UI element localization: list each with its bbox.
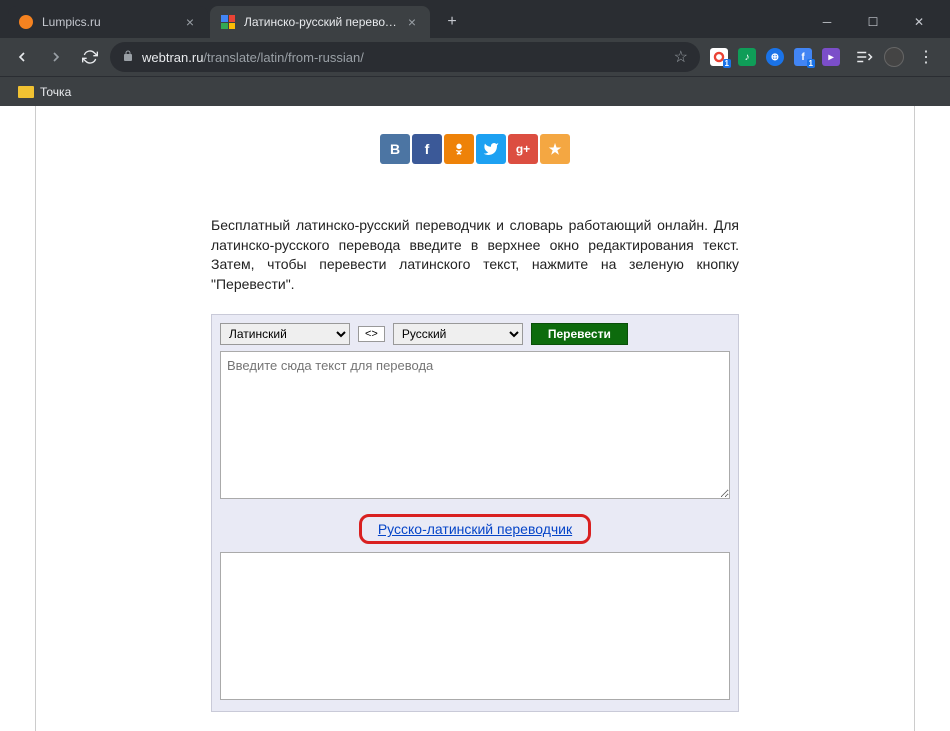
tab-inactive[interactable]: Lumpics.ru × bbox=[8, 6, 208, 38]
source-text-input[interactable] bbox=[220, 351, 730, 499]
bookmark-folder[interactable]: Точка bbox=[12, 81, 77, 103]
extension-icon[interactable]: ♪ bbox=[738, 48, 756, 66]
description-paragraph: Бесплатный латинско-русский переводчик и… bbox=[211, 216, 739, 294]
url-text: webtran.ru/translate/latin/from-russian/ bbox=[142, 50, 666, 65]
lock-icon bbox=[122, 49, 134, 66]
page-content: B f g+ ★ Бесплатный латинско-русский пер… bbox=[0, 106, 950, 731]
twitter-share-button[interactable] bbox=[476, 134, 506, 164]
googleplus-share-button[interactable]: g+ bbox=[508, 134, 538, 164]
menu-button[interactable]: ⋮ bbox=[910, 47, 942, 67]
back-button[interactable] bbox=[8, 43, 36, 71]
favicon-webtran bbox=[220, 14, 236, 30]
extension-icons: 1 ♪ ⊕ f1 ▸ bbox=[706, 48, 844, 66]
close-icon[interactable]: × bbox=[404, 14, 420, 30]
translator-widget: Латинский <> Русский Перевести Русско-ла… bbox=[211, 314, 739, 712]
bookmarks-bar: Точка bbox=[0, 76, 950, 106]
swap-languages-button[interactable]: <> bbox=[358, 326, 385, 342]
folder-icon bbox=[18, 86, 34, 98]
translate-button[interactable]: Перевести bbox=[531, 323, 628, 345]
social-share-row: B f g+ ★ bbox=[36, 106, 914, 176]
forward-button[interactable] bbox=[42, 43, 70, 71]
output-text-area[interactable] bbox=[220, 552, 730, 700]
extension-icon[interactable]: 1 bbox=[710, 48, 728, 66]
favicon-lumpics bbox=[18, 14, 34, 30]
facebook-share-button[interactable]: f bbox=[412, 134, 442, 164]
bookmark-star-icon[interactable]: ☆ bbox=[674, 47, 688, 67]
extension-icon[interactable]: ▸ bbox=[822, 48, 840, 66]
close-icon[interactable]: × bbox=[182, 14, 198, 30]
favorite-share-button[interactable]: ★ bbox=[540, 134, 570, 164]
address-bar[interactable]: webtran.ru/translate/latin/from-russian/… bbox=[110, 42, 700, 72]
bookmark-label: Точка bbox=[40, 85, 71, 99]
tab-title: Латинско-русский переводчик bbox=[244, 15, 398, 29]
vk-share-button[interactable]: B bbox=[380, 134, 410, 164]
tab-active[interactable]: Латинско-русский переводчик × bbox=[210, 6, 430, 38]
navigation-bar: webtran.ru/translate/latin/from-russian/… bbox=[0, 38, 950, 76]
maximize-button[interactable]: ☐ bbox=[850, 6, 896, 38]
tab-title: Lumpics.ru bbox=[42, 15, 176, 29]
minimize-button[interactable]: ─ bbox=[804, 6, 850, 38]
highlight-annotation: Русско-латинский переводчик bbox=[359, 514, 591, 544]
new-tab-button[interactable]: + bbox=[438, 8, 466, 36]
reload-button[interactable] bbox=[76, 43, 104, 71]
target-language-select[interactable]: Русский bbox=[393, 323, 523, 345]
extension-icon[interactable]: f1 bbox=[794, 48, 812, 66]
reverse-translator-link[interactable]: Русско-латинский переводчик bbox=[378, 521, 572, 537]
profile-avatar[interactable] bbox=[884, 47, 904, 67]
reading-list-icon[interactable] bbox=[850, 43, 878, 71]
source-language-select[interactable]: Латинский bbox=[220, 323, 350, 345]
close-window-button[interactable]: ✕ bbox=[896, 6, 942, 38]
ok-share-button[interactable] bbox=[444, 134, 474, 164]
extension-icon[interactable]: ⊕ bbox=[766, 48, 784, 66]
tab-bar: Lumpics.ru × Латинско-русский переводчик… bbox=[0, 0, 950, 38]
